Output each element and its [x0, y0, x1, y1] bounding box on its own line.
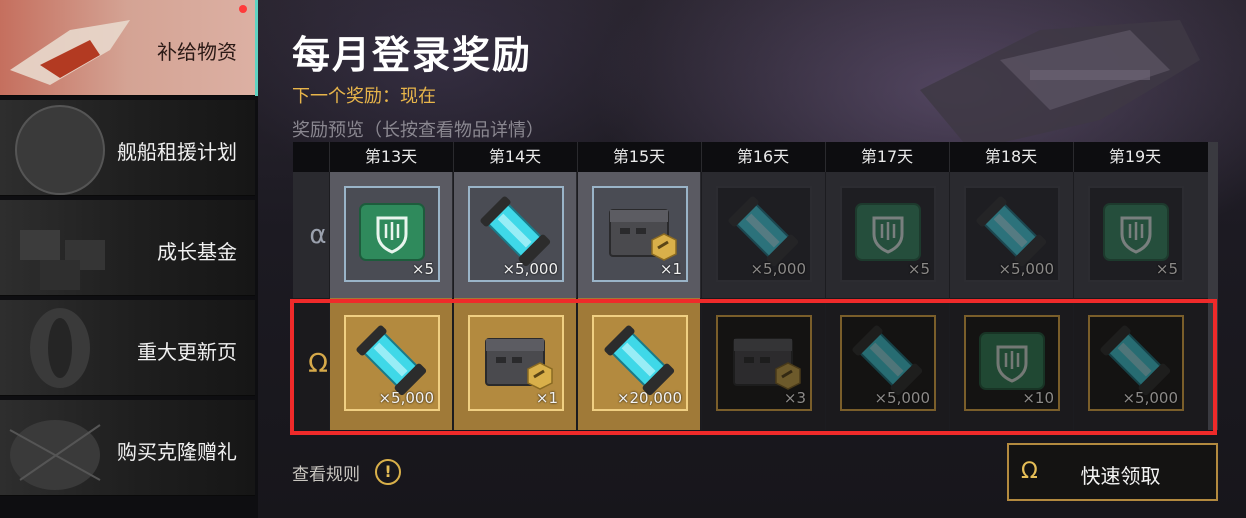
alpha-reward-cell[interactable]: ×5	[329, 172, 452, 298]
alpha-reward-row: α ×5 ×5,000 ×1 ×5,000 ×5 ×5,000 ×5	[293, 172, 1218, 298]
omega-row-highlight	[290, 299, 1217, 435]
info-icon[interactable]: !	[375, 459, 401, 485]
reward-preview-label: 奖励预览（长按查看物品详情）	[292, 120, 544, 141]
view-rules-link[interactable]: 查看规则	[292, 460, 360, 485]
reward-item-slot[interactable]: ×5	[344, 186, 440, 282]
alpha-reward-cell[interactable]: ×5	[1073, 172, 1196, 298]
reward-item-slot[interactable]: ×5,000	[964, 186, 1060, 282]
day-header: 第13天	[329, 142, 452, 172]
sidebar-item-supplies[interactable]: 补给物资	[0, 0, 255, 96]
reward-quantity: ×1	[659, 260, 682, 278]
ship-thumbnail-icon	[10, 20, 130, 85]
alpha-reward-cell[interactable]: ×5	[825, 172, 948, 298]
page-title: 每月登录奖励	[292, 33, 533, 77]
sidebar-item-major-update[interactable]: 重大更新页	[0, 300, 255, 396]
sidebar-item-label: 成长基金	[157, 240, 237, 264]
day-header: 第15天	[577, 142, 700, 172]
reward-quantity: ×5,000	[998, 260, 1054, 278]
alpha-reward-cell[interactable]: ×1	[577, 172, 700, 298]
sidebar-item-label: 重大更新页	[137, 340, 237, 364]
sidebar: 补给物资 舰船租援计划 成长基金 重大更新页 购买克隆赠礼	[0, 0, 258, 518]
alpha-reward-cell[interactable]: ×5,000	[701, 172, 824, 298]
quick-claim-label: 快速领取	[1080, 464, 1161, 488]
sidebar-item-label: 舰船租援计划	[117, 140, 237, 164]
day-header: 第19天	[1073, 142, 1196, 172]
sidebar-item-label: 补给物资	[157, 40, 237, 64]
alpha-reward-cell[interactable]: ×5,000	[949, 172, 1072, 298]
next-reward-status: 下一个奖励：现在	[292, 86, 436, 107]
day-header: 第16天	[701, 142, 824, 172]
sidebar-item-clone-gift[interactable]: 购买克隆赠礼	[0, 400, 255, 496]
reward-quantity: ×5	[907, 260, 930, 278]
sidebar-item-ship-rental[interactable]: 舰船租援计划	[0, 100, 255, 196]
active-tab-indicator	[255, 0, 258, 96]
reward-quantity: ×5	[1155, 260, 1178, 278]
reward-item-slot[interactable]: ×5	[840, 186, 936, 282]
day-header: 第18天	[949, 142, 1072, 172]
reward-item-slot[interactable]: ×1	[592, 186, 688, 282]
sidebar-item-label: 购买克隆赠礼	[117, 440, 237, 464]
day-header: 第17天	[825, 142, 948, 172]
sidebar-item-growth-fund[interactable]: 成长基金	[0, 200, 255, 296]
crates-thumbnail-icon	[20, 230, 105, 290]
station-thumbnail-icon	[30, 308, 90, 388]
alpha-reward-cell[interactable]: ×5,000	[453, 172, 576, 298]
notification-dot	[239, 5, 247, 13]
day-header: 第14天	[453, 142, 576, 172]
reward-quantity: ×5,000	[750, 260, 806, 278]
day-header-row: 第13天 第14天 第15天 第16天 第17天 第18天 第19天	[293, 142, 1218, 172]
reward-item-slot[interactable]: ×5,000	[468, 186, 564, 282]
reward-item-slot[interactable]: ×5,000	[716, 186, 812, 282]
reward-item-slot[interactable]: ×5	[1088, 186, 1184, 282]
quick-claim-button[interactable]: Ω 快速领取	[1007, 443, 1218, 501]
reward-quantity: ×5,000	[502, 260, 558, 278]
reward-quantity: ×5	[411, 260, 434, 278]
